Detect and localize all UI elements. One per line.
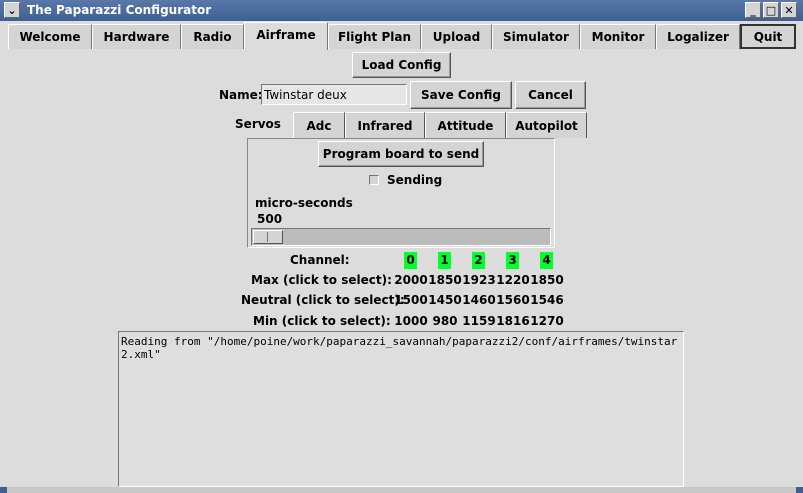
channel-1[interactable]: 1 <box>438 252 451 269</box>
tab-logalizer[interactable]: Logalizer <box>656 24 740 49</box>
name-input[interactable] <box>261 84 407 105</box>
neutral-value[interactable]: 1460 <box>462 293 496 307</box>
maximize-icon[interactable]: □ <box>763 2 779 18</box>
micro-seconds-label: micro-seconds <box>255 196 353 210</box>
window-title: The Paparazzi Configurator <box>27 3 212 17</box>
neutral-label: Neutral (click to select): <box>241 293 405 307</box>
channel-0[interactable]: 0 <box>404 252 417 269</box>
slider-value: 500 <box>257 212 283 226</box>
tab-flight-plan[interactable]: Flight Plan <box>328 24 421 49</box>
tab-airframe[interactable]: Airframe <box>244 22 328 50</box>
window-menu-icon[interactable]: ⌄ <box>4 2 20 18</box>
channel-3[interactable]: 3 <box>506 252 519 269</box>
min-value[interactable]: 1159 <box>462 314 496 328</box>
max-value[interactable]: 1220 <box>496 273 530 287</box>
load-config-button[interactable]: Load Config <box>352 52 451 78</box>
program-board-button[interactable]: Program board to send <box>318 141 484 167</box>
sending-checkbox[interactable] <box>369 175 379 185</box>
min-value[interactable]: 980 <box>428 314 462 328</box>
tab-quit[interactable]: Quit <box>740 24 796 49</box>
save-config-button[interactable]: Save Config <box>410 81 512 109</box>
max-value[interactable]: 2000 <box>394 273 428 287</box>
min-value[interactable]: 1000 <box>394 314 428 328</box>
servo-slider[interactable] <box>251 228 551 246</box>
min-value[interactable]: 1816 <box>496 314 530 328</box>
tab-monitor[interactable]: Monitor <box>580 24 656 49</box>
max-value[interactable]: 1850 <box>530 273 564 287</box>
neutral-value[interactable]: 1500 <box>394 293 428 307</box>
window-titlebar[interactable]: ⌄ The Paparazzi Configurator _ □ ✕ <box>0 0 803 21</box>
tab-radio[interactable]: Radio <box>181 24 244 49</box>
channel-2[interactable]: 2 <box>472 252 485 269</box>
max-label: Max (click to select): <box>251 273 392 287</box>
sending-label: Sending <box>387 173 443 187</box>
window-bottom-border <box>0 487 803 493</box>
close-icon[interactable]: ✕ <box>781 2 797 18</box>
max-value[interactable]: 1923 <box>462 273 496 287</box>
channel-label: Channel: <box>290 253 350 267</box>
tab-upload[interactable]: Upload <box>421 24 492 49</box>
name-label: Name: <box>219 88 263 102</box>
min-label: Min (click to select): <box>253 314 391 328</box>
max-value[interactable]: 1850 <box>428 273 462 287</box>
cancel-button[interactable]: Cancel <box>515 81 586 109</box>
slider-handle[interactable] <box>253 230 283 244</box>
channel-4[interactable]: 4 <box>540 252 553 269</box>
tab-hardware[interactable]: Hardware <box>92 24 181 49</box>
subtab-adc[interactable]: Adc <box>293 112 345 138</box>
tab-welcome[interactable]: Welcome <box>8 24 92 49</box>
neutral-value[interactable]: 1560 <box>496 293 530 307</box>
subtab-infrared[interactable]: Infrared <box>345 112 425 138</box>
subtab-servos[interactable]: Servos <box>223 117 293 131</box>
subtab-attitude[interactable]: Attitude <box>425 112 506 138</box>
log-textarea[interactable]: Reading from "/home/poine/work/paparazzi… <box>118 331 684 487</box>
tab-simulator[interactable]: Simulator <box>492 24 580 49</box>
subtab-autopilot[interactable]: Autopilot <box>506 112 587 138</box>
min-value[interactable]: 1270 <box>530 314 564 328</box>
minimize-icon[interactable]: _ <box>745 2 761 18</box>
neutral-value[interactable]: 1546 <box>530 293 564 307</box>
neutral-value[interactable]: 1450 <box>428 293 462 307</box>
